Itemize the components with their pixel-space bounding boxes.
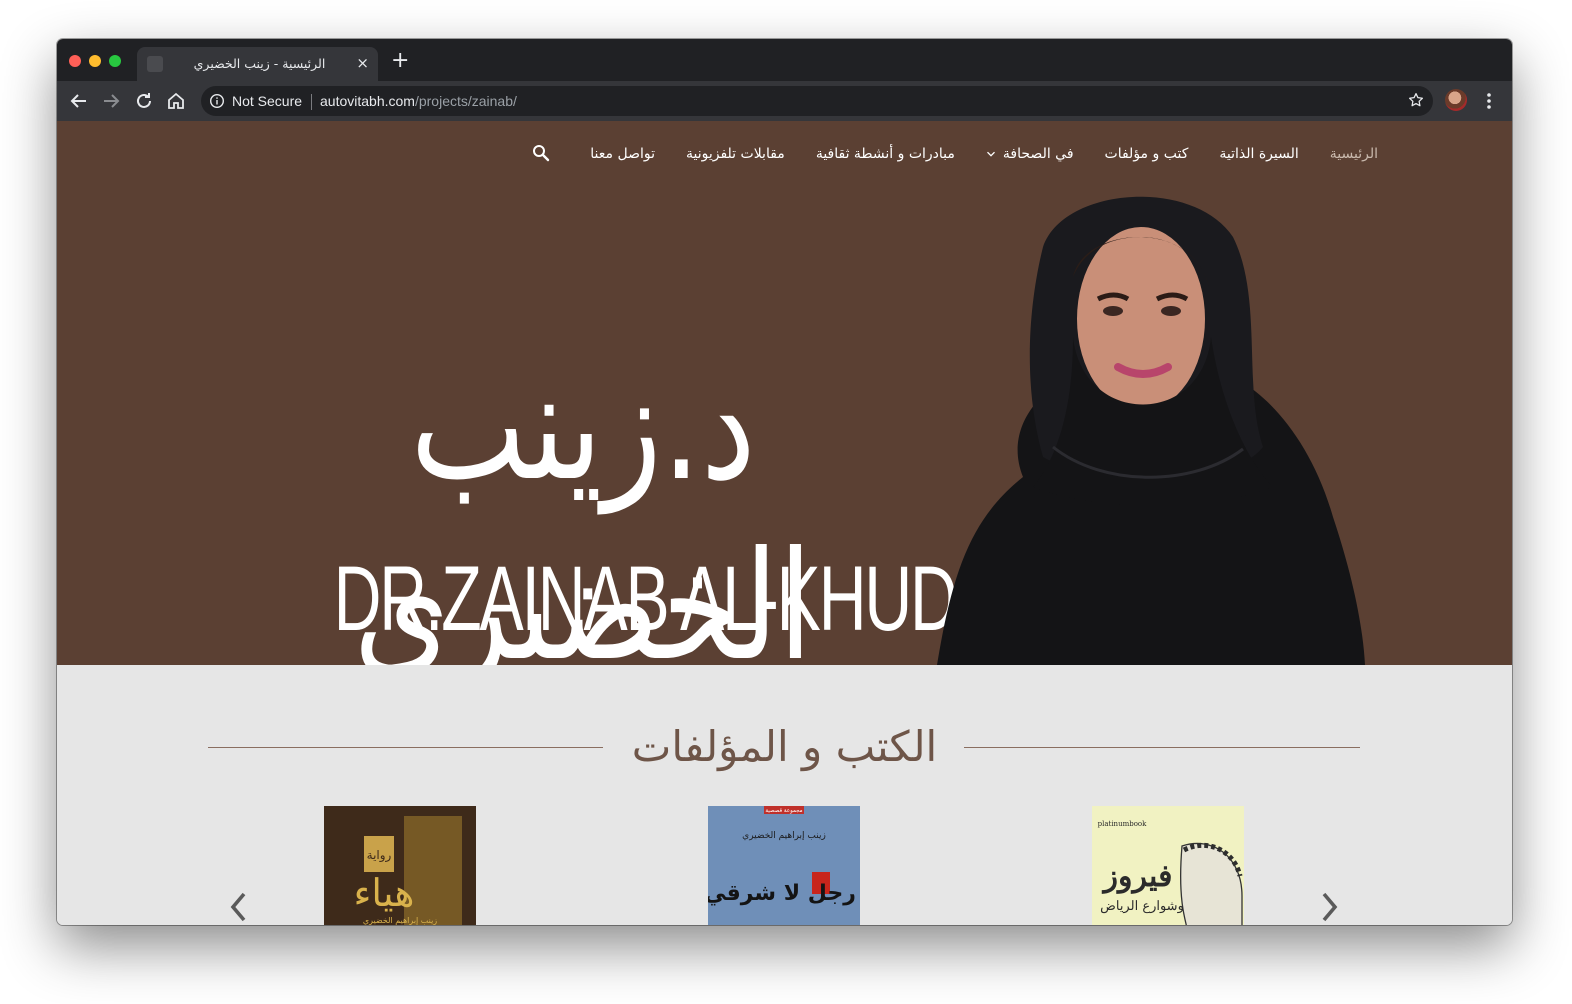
profile-avatar[interactable] (1445, 89, 1467, 111)
reload-icon[interactable] (132, 89, 156, 113)
nav-item-interviews[interactable]: مقابلات تلفزيونية (686, 146, 785, 162)
omnibox-divider (311, 94, 312, 110)
book-cover-haya[interactable]: رواية هياء زينب إبراهيم الخضيري (324, 806, 476, 925)
book-title: هياء (354, 871, 415, 915)
favicon-icon (147, 56, 163, 72)
author-portrait (937, 196, 1365, 665)
main-navigation: الرئيسية السيرة الذاتية كتب و مؤلفات في … (559, 143, 1378, 165)
book-author: زينب إبراهيم الخضيري (363, 916, 437, 925)
web-page: الرئيسية السيرة الذاتية كتب و مؤلفات في … (57, 121, 1512, 925)
home-icon[interactable] (164, 89, 188, 113)
nav-item-press-label: في الصحافة (1002, 146, 1074, 162)
carousel-next-icon[interactable] (1317, 889, 1341, 925)
books-section: الكتب و المؤلفات رواية هياء زينب إبراهيم… (57, 665, 1512, 925)
forward-arrow-icon[interactable] (99, 89, 123, 113)
url-path: /projects/zainab/ (414, 93, 517, 109)
book-subtitle: وشوارع الرياض (1100, 899, 1184, 914)
nav-item-home[interactable]: الرئيسية (1330, 146, 1378, 162)
book-cover-fairouz[interactable]: platinumbook فيروز وشوارع الرياض (1092, 806, 1244, 925)
tab-close-icon[interactable]: × (356, 54, 369, 72)
nav-item-books[interactable]: كتب و مؤلفات (1105, 146, 1189, 162)
book-title: فيروز (1102, 859, 1173, 894)
browser-toolbar: Not Secure autovitabh.com/projects/zaina… (57, 81, 1512, 121)
nav-item-contact[interactable]: تواصل معنا (590, 146, 655, 162)
book-badge: رواية (367, 848, 392, 863)
minimize-window-button[interactable] (89, 55, 101, 67)
maximize-window-button[interactable] (109, 55, 121, 67)
url-text[interactable]: autovitabh.com/projects/zainab/ (320, 93, 517, 109)
back-arrow-icon[interactable] (67, 89, 91, 113)
bookmark-star-icon[interactable] (1407, 91, 1425, 109)
url-host: autovitabh.com (320, 93, 415, 109)
chevron-down-icon (986, 151, 995, 157)
nav-item-cv[interactable]: السيرة الذاتية (1219, 146, 1298, 162)
book-badge: مجموعة قصصية (765, 808, 802, 814)
tab-title: الرئيسية - زينب الخضيري (193, 56, 326, 71)
book-cover-rajul[interactable]: مجموعة قصصية زينب إبراهيم الخضيري رجل لا… (708, 806, 860, 925)
browser-menu-icon[interactable] (1481, 89, 1497, 113)
nav-item-press[interactable]: في الصحافة (986, 146, 1074, 162)
carousel-prev-icon[interactable] (227, 889, 251, 925)
section-rule-right (964, 747, 1360, 748)
book-publisher: platinumbook (1098, 820, 1148, 828)
nav-item-initiatives[interactable]: مبادرات و أنشطة ثقافية (816, 146, 955, 162)
hero-title-english: DR.ZAINAB AL-KHUDHAIRI (333, 548, 1124, 650)
hero-banner: الرئيسية السيرة الذاتية كتب و مؤلفات في … (57, 121, 1512, 694)
security-label: Not Secure (232, 93, 303, 109)
close-window-button[interactable] (69, 55, 81, 67)
new-tab-button[interactable]: + (391, 49, 409, 73)
search-icon[interactable] (531, 143, 551, 163)
tab-bar: الرئيسية - زينب الخضيري × + (57, 39, 1512, 81)
book-author: زينب إبراهيم الخضيري (742, 831, 826, 841)
address-bar[interactable]: Not Secure autovitabh.com/projects/zaina… (201, 86, 1433, 116)
book-title: رجل لا شرقي (708, 881, 856, 906)
info-icon[interactable] (209, 93, 225, 109)
browser-tab-active[interactable]: الرئيسية - زينب الخضيري × (137, 47, 378, 81)
browser-window: الرئيسية - زينب الخضيري × + Not Secure a… (57, 39, 1512, 925)
